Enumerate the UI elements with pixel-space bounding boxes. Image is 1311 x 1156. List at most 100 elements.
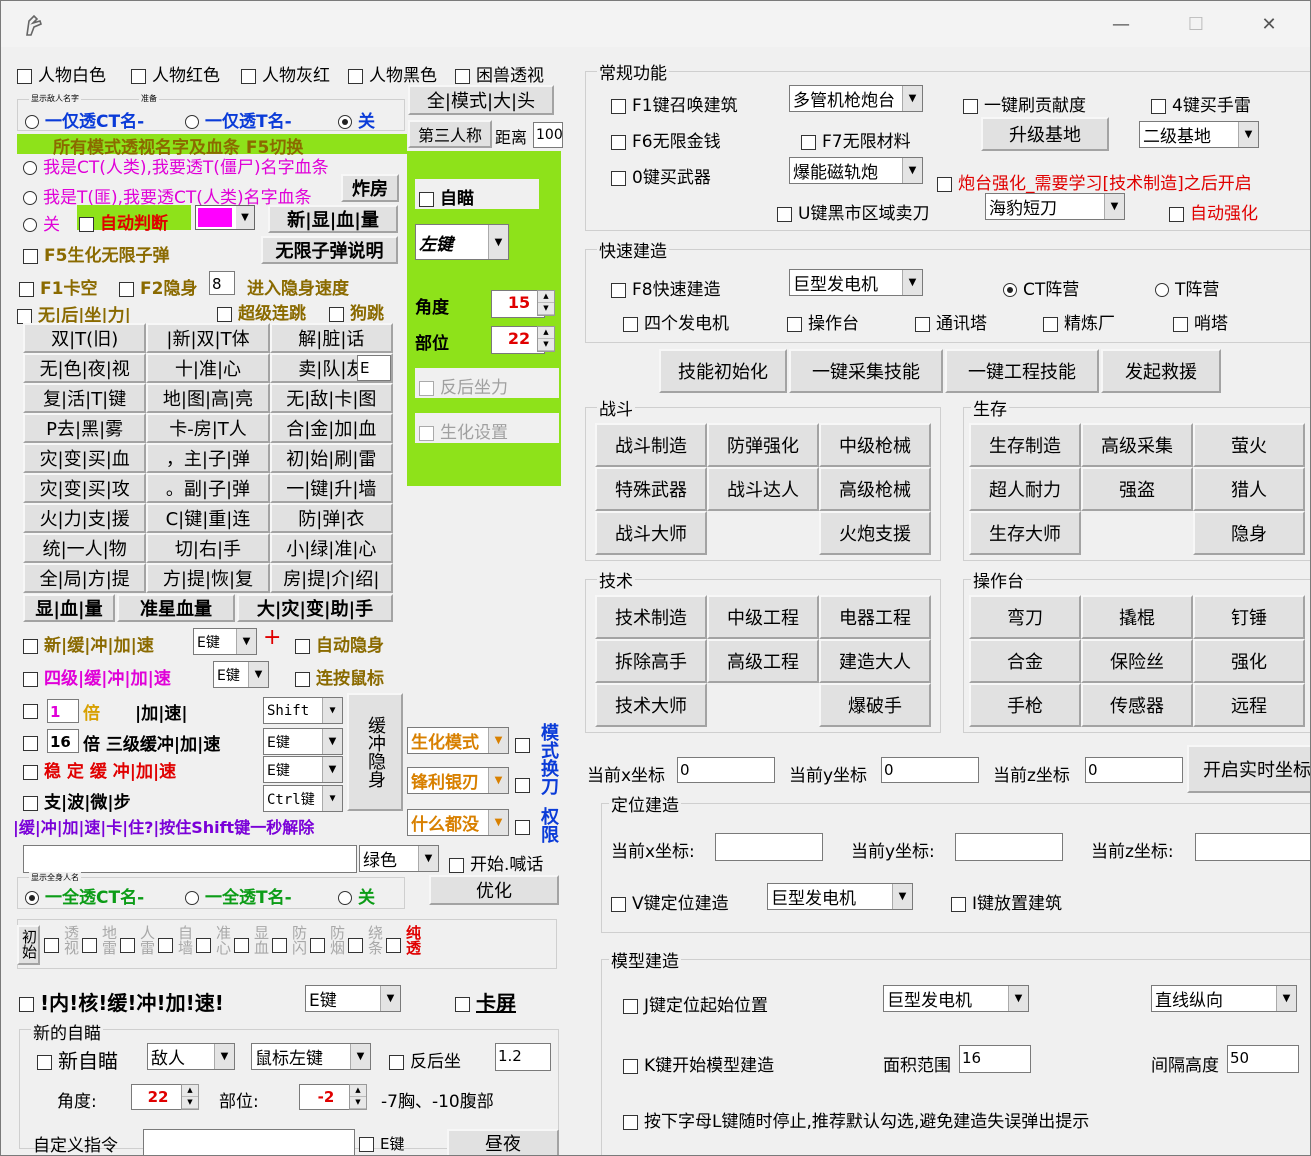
gather-skill-button[interactable]: 一键采集技能 bbox=[789, 349, 943, 393]
feature-button-11[interactable]: 合|金|加|血 bbox=[269, 413, 393, 443]
show-blood-button[interactable]: 显|血|量 bbox=[23, 594, 115, 622]
chk-weapon[interactable] bbox=[515, 775, 536, 795]
combat-button-4[interactable]: 战斗达人 bbox=[707, 467, 819, 511]
tech-button-6[interactable]: 技术大师 bbox=[595, 683, 707, 727]
chk-auto-stealth[interactable]: 自动隐身 bbox=[295, 631, 384, 656]
radio-full-off[interactable]: 关 bbox=[338, 883, 375, 908]
generator-select[interactable]: 巨型发电机 ▼ bbox=[789, 269, 923, 296]
survive-button-2[interactable]: 萤火 bbox=[1193, 423, 1305, 467]
engineer-skill-button[interactable]: 一键工程技能 bbox=[945, 349, 1099, 393]
console-button-2[interactable]: 钉锤 bbox=[1193, 595, 1305, 639]
feature-button-1[interactable]: |新|双|T体 bbox=[146, 323, 270, 353]
combat-button-6[interactable]: 战斗大师 bbox=[595, 511, 707, 555]
chk-beast-esp[interactable]: 困兽透视 bbox=[455, 61, 544, 86]
feature-button-22[interactable]: 切|右|手 bbox=[146, 533, 270, 563]
realtime-coord-button[interactable]: 开启实时坐标 bbox=[1187, 745, 1310, 793]
tech-button-3[interactable]: 拆除高手 bbox=[595, 639, 707, 683]
chk-l-stop[interactable]: 按下字母L键随时停止,推荐默认勾选,避免建造失误弹出提示 bbox=[623, 1107, 1089, 1132]
new-show-blood-button[interactable]: 新|显|血|量 bbox=[268, 205, 398, 233]
init-row-checkbox-10[interactable] bbox=[386, 937, 401, 953]
chk-wave-step[interactable]: 支|波|微|步 bbox=[23, 788, 131, 813]
survive-button-0[interactable]: 生存制造 bbox=[969, 423, 1081, 467]
feature-button-14[interactable]: 初|始|刷|雷 bbox=[269, 443, 393, 473]
shift-key-select[interactable]: Shift ▼ bbox=[263, 697, 343, 724]
base-level-select[interactable]: 二级基地 ▼ bbox=[1139, 121, 1259, 148]
custom-cmd-input[interactable] bbox=[143, 1129, 355, 1155]
feature-button-7[interactable]: 地|图|高|亮 bbox=[146, 383, 270, 413]
feature-button-20[interactable]: 防|弹|衣 bbox=[269, 503, 393, 533]
chk-refinery[interactable]: 精炼厂 bbox=[1043, 309, 1115, 334]
radio-t-name-only[interactable]: 一仅透T名- bbox=[185, 107, 292, 132]
chk-k-model[interactable]: K键开始模型建造 bbox=[623, 1051, 774, 1076]
anything-select[interactable]: 什么都没 ▼ bbox=[407, 809, 509, 836]
chk-permission[interactable] bbox=[515, 817, 536, 837]
radio-off-1[interactable]: 关 bbox=[338, 107, 375, 132]
cur-z-input[interactable]: 0 bbox=[1085, 757, 1183, 783]
radio-full-t[interactable]: 一全透T名- bbox=[185, 883, 292, 908]
all-mode-head-button[interactable]: 全|模式|大|头 bbox=[408, 85, 554, 115]
direction-select[interactable]: 直线纵向 ▼ bbox=[1151, 985, 1297, 1012]
chk-buy-weapon[interactable]: 0键买武器 bbox=[611, 163, 711, 188]
chk-new-buffer[interactable]: 新|缓|冲|加|速 bbox=[23, 631, 154, 656]
radio-full-ct[interactable]: 一全透CT名- bbox=[25, 883, 144, 908]
locate-gen-select[interactable]: 巨型发电机 ▼ bbox=[767, 883, 913, 910]
skill-init-button[interactable]: 技能初始化 bbox=[659, 349, 787, 393]
chk-person-red[interactable]: 人物红色 bbox=[131, 61, 220, 86]
buffer-stealth-button[interactable]: 缓冲隐身 bbox=[347, 693, 403, 811]
chk-sentry[interactable]: 哨塔 bbox=[1173, 309, 1228, 334]
aim-angle-spinner[interactable]: ▲ ▼ bbox=[537, 290, 555, 316]
part2-spinner[interactable]: ▲ ▼ bbox=[349, 1084, 367, 1110]
cur-z2-input[interactable] bbox=[1195, 833, 1310, 861]
combat-button-1[interactable]: 防弹强化 bbox=[707, 423, 819, 467]
day-night-button[interactable]: 昼夜 bbox=[447, 1129, 559, 1155]
init-row-checkbox-8[interactable] bbox=[310, 937, 325, 953]
disaster-helper-button[interactable]: 大|灾|变|助|手 bbox=[237, 594, 393, 622]
chk-lvl3-buffer[interactable] bbox=[23, 733, 44, 753]
chk-multiplier[interactable] bbox=[23, 701, 44, 721]
optimize-button[interactable]: 优化 bbox=[429, 875, 559, 905]
star-blood-button[interactable]: 准星血量 bbox=[117, 594, 235, 622]
tech-button-5[interactable]: 建造大人 bbox=[819, 639, 931, 683]
angle2-spinner[interactable]: ▲ ▼ bbox=[181, 1084, 199, 1110]
chk-recoil-2[interactable]: 反后坐 bbox=[389, 1047, 461, 1072]
tech-button-8[interactable]: 爆破手 bbox=[819, 683, 931, 727]
aim-key-select[interactable]: 左键 ▼ bbox=[415, 224, 509, 260]
feature-button-4[interactable]: 十|准|心 bbox=[146, 353, 270, 383]
init-row-checkbox-1[interactable] bbox=[44, 937, 59, 953]
chk-comm-tower[interactable]: 通讯塔 bbox=[915, 309, 987, 334]
gun-select[interactable]: 爆能磁轨炮 ▼ bbox=[789, 157, 923, 184]
multiplier-input[interactable]: 1 bbox=[47, 699, 79, 723]
tech-button-2[interactable]: 电器工程 bbox=[819, 595, 931, 639]
init-row-checkbox-9[interactable] bbox=[348, 937, 363, 953]
bio-mode-select[interactable]: 生化模式 ▼ bbox=[407, 727, 509, 754]
console-button-7[interactable]: 传感器 bbox=[1081, 683, 1193, 727]
feature-button-0[interactable]: 双|T(旧) bbox=[23, 323, 147, 353]
chk-four-generators[interactable]: 四个发电机 bbox=[623, 309, 729, 334]
knife-select[interactable]: 海豹短刀 ▼ bbox=[985, 193, 1125, 220]
feature-button-25[interactable]: 方|提|恢|复 bbox=[146, 563, 270, 593]
cur-x-input[interactable]: 0 bbox=[677, 757, 775, 783]
feature-button-19[interactable]: C|键|重|连 bbox=[146, 503, 270, 533]
lvl3-value-input[interactable]: 16 bbox=[47, 729, 79, 753]
survive-button-6[interactable]: 生存大师 bbox=[969, 511, 1081, 555]
new-buffer-key-select[interactable]: E键 ▼ bbox=[193, 628, 257, 655]
combat-button-3[interactable]: 特殊武器 bbox=[595, 467, 707, 511]
console-button-0[interactable]: 弯刀 bbox=[969, 595, 1081, 639]
weapon-select[interactable]: 锋利银刃 ▼ bbox=[407, 767, 509, 794]
chk-one-key-contrib[interactable]: 一键刷贡献度 bbox=[963, 91, 1086, 116]
shout-text-input[interactable] bbox=[23, 845, 357, 873]
angle2-input[interactable]: 22 bbox=[131, 1084, 183, 1110]
stealth-speed-input[interactable]: 8 bbox=[209, 271, 235, 295]
chk-mode-switch[interactable] bbox=[515, 735, 536, 755]
chk-f1-summon[interactable]: F1键召唤建筑 bbox=[611, 91, 738, 116]
init-row-checkbox-6[interactable] bbox=[234, 937, 249, 953]
combat-button-0[interactable]: 战斗制造 bbox=[595, 423, 707, 467]
tech-button-0[interactable]: 技术制造 bbox=[595, 595, 707, 639]
upgrade-base-button[interactable]: 升级基地 bbox=[981, 117, 1109, 151]
sell-teammate-key[interactable]: E bbox=[357, 355, 391, 381]
feature-button-17[interactable]: 一|键|升|墙 bbox=[269, 473, 393, 503]
chk-auto-enhance[interactable]: 自动强化 bbox=[1169, 199, 1258, 224]
console-button-4[interactable]: 保险丝 bbox=[1081, 639, 1193, 683]
feature-button-21[interactable]: 统|一人|物 bbox=[23, 533, 147, 563]
feature-button-3[interactable]: 无|色|夜|视 bbox=[23, 353, 147, 383]
